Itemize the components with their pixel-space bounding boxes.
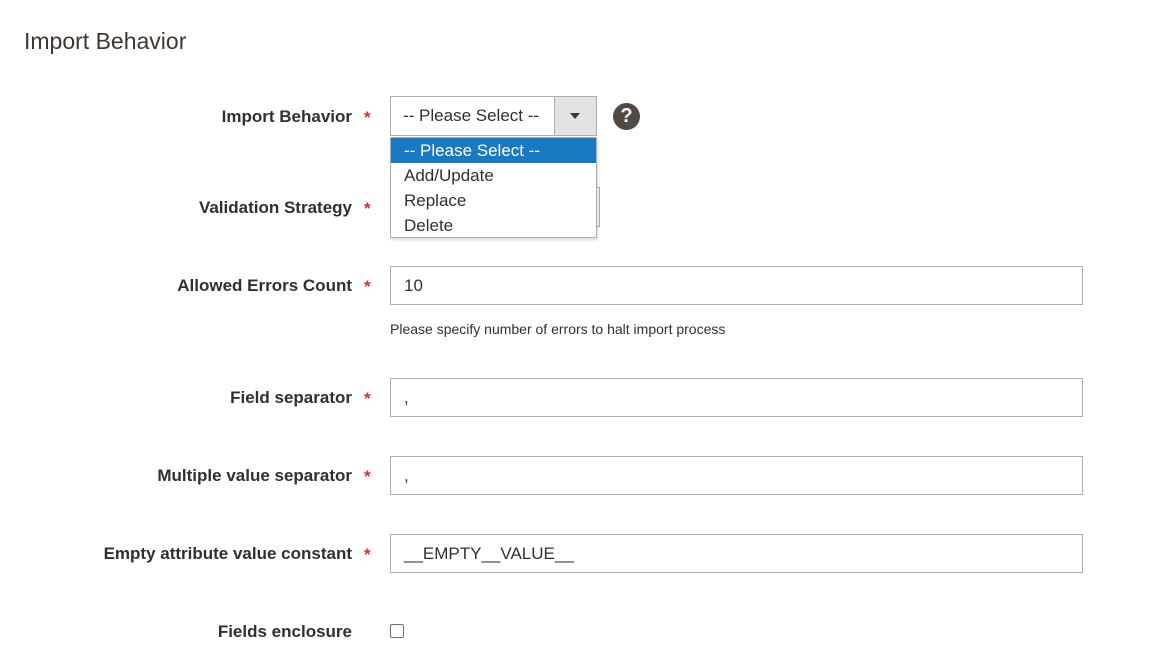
dropdown-option[interactable]: -- Please Select -- <box>391 138 596 163</box>
field-separator-label: Field separator <box>230 388 352 407</box>
required-marker: * <box>364 277 371 296</box>
empty-attribute-label: Empty attribute value constant <box>103 544 352 563</box>
select-toggle[interactable] <box>554 97 596 135</box>
import-behavior-select[interactable]: -- Please Select -- <box>390 96 597 136</box>
validation-strategy-label: Validation Strategy <box>198 198 352 217</box>
dropdown-option[interactable]: Replace <box>391 188 596 213</box>
allowed-errors-note: Please specify number of errors to halt … <box>390 321 726 337</box>
required-marker: * <box>364 199 371 218</box>
empty-attribute-input[interactable]: __EMPTY__VALUE__ <box>390 534 1083 573</box>
dropdown-option[interactable]: Add/Update <box>391 163 596 188</box>
triangle-down-icon <box>570 113 580 119</box>
multiple-value-separator-label: Multiple value separator <box>157 466 352 485</box>
required-marker: * <box>364 389 371 408</box>
multiple-value-separator-input[interactable]: , <box>390 456 1083 495</box>
required-marker: * <box>364 467 371 486</box>
required-marker: * <box>364 108 371 127</box>
field-separator-input[interactable]: , <box>390 378 1083 417</box>
fields-enclosure-label: Fields enclosure <box>217 622 352 641</box>
allowed-errors-input[interactable]: 10 <box>390 266 1083 305</box>
import-behavior-selected-value: -- Please Select -- <box>403 106 540 125</box>
import-behavior-label: Import Behavior <box>221 107 352 126</box>
required-marker: * <box>364 545 371 564</box>
question-circle-icon[interactable]: ? <box>613 103 640 130</box>
section-title: Import Behavior <box>24 28 187 54</box>
import-behavior-dropdown-list: -- Please Select -- Add/Update Replace D… <box>390 137 597 238</box>
allowed-errors-label: Allowed Errors Count <box>177 276 352 295</box>
fields-enclosure-checkbox[interactable] <box>390 624 404 638</box>
dropdown-option[interactable]: Delete <box>391 213 596 238</box>
